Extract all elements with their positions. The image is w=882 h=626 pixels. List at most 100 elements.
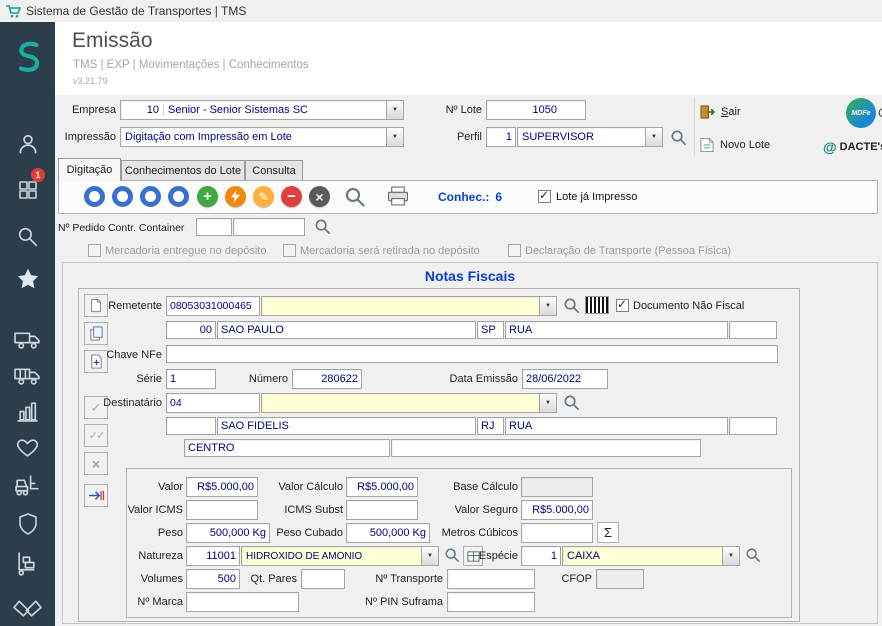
- sidebar-item-favorites[interactable]: [0, 260, 55, 298]
- dest-addr-code-field[interactable]: [166, 417, 216, 435]
- serie-field[interactable]: 1: [166, 369, 216, 389]
- lote-impresso-checkbox[interactable]: [538, 188, 551, 203]
- destinatario-combo[interactable]: ▼: [261, 393, 557, 413]
- chevron-down-icon[interactable]: ▼: [386, 128, 403, 146]
- pedido-field-1[interactable]: [196, 218, 232, 236]
- valor-calculo-field[interactable]: R$5.000,00: [346, 477, 418, 497]
- lote-field[interactable]: 1050: [486, 100, 586, 120]
- mercadoria-entregue-checkbox[interactable]: [88, 244, 101, 257]
- chevron-down-icon[interactable]: ▼: [539, 297, 556, 315]
- sidebar-item-search[interactable]: [0, 218, 55, 254]
- valor-icms-field[interactable]: [186, 500, 258, 520]
- natureza-search-icon[interactable]: [444, 547, 460, 563]
- destinatario-doc-field[interactable]: 04: [166, 393, 260, 413]
- cfop-field[interactable]: [596, 569, 644, 589]
- search-records-icon[interactable]: [344, 186, 366, 208]
- nf-confirm-all-button[interactable]: ✓✓: [84, 424, 108, 447]
- nav-prior-button[interactable]: [112, 186, 133, 207]
- sidebar-item-cargo[interactable]: [0, 544, 55, 582]
- nav-first-button[interactable]: [84, 186, 105, 207]
- especie-code-field[interactable]: 1: [521, 546, 561, 566]
- dest-uf-field[interactable]: RJ: [477, 417, 504, 435]
- sidebar-logo[interactable]: [0, 32, 55, 84]
- chevron-down-icon[interactable]: ▼: [421, 547, 438, 565]
- dest-number-field[interactable]: [729, 417, 777, 435]
- nav-last-button[interactable]: [168, 186, 189, 207]
- complemento-field[interactable]: [391, 439, 701, 457]
- tab-conhecimentos-do-lote[interactable]: Conhecimentos do Lote: [121, 160, 245, 181]
- especie-search-icon[interactable]: [745, 547, 761, 563]
- chevron-down-icon[interactable]: ▼: [722, 547, 739, 565]
- data-emissao-field[interactable]: 28/06/2022: [522, 369, 608, 389]
- peso-cubado-field[interactable]: 500,000 Kg: [346, 523, 430, 543]
- documento-nao-fiscal-checkbox[interactable]: [616, 297, 629, 312]
- bairro-field[interactable]: CENTRO: [184, 439, 390, 457]
- dacte-button[interactable]: @ DACTE's: [823, 139, 882, 155]
- especie-combo[interactable]: CAIXA ▼: [562, 546, 740, 566]
- novo-lote-button[interactable]: Novo Lote: [700, 136, 770, 154]
- process-button[interactable]: [225, 186, 246, 207]
- dest-street-field[interactable]: RUA: [505, 417, 728, 435]
- qt-pares-field[interactable]: [301, 569, 345, 589]
- valor-seguro-field[interactable]: R$5.000,00: [521, 500, 593, 520]
- pedido-field-2[interactable]: [233, 218, 305, 236]
- perfil-combo[interactable]: SUPERVISOR ▼: [517, 127, 663, 147]
- rem-street-field[interactable]: RUA: [505, 321, 728, 339]
- chevron-down-icon[interactable]: ▼: [539, 394, 556, 412]
- n-marca-field[interactable]: [186, 592, 299, 612]
- remetente-combo[interactable]: ▼: [261, 296, 557, 316]
- barcode-icon[interactable]: [585, 296, 609, 314]
- sum-button[interactable]: Σ: [597, 522, 619, 543]
- pedido-search-icon[interactable]: [314, 218, 331, 235]
- sidebar-item-truck-inbound[interactable]: [0, 358, 55, 392]
- empresa-combo[interactable]: 10 Senior - Senior Sistemas SC ▼: [120, 100, 404, 120]
- destinatario-search-icon[interactable]: [563, 394, 580, 411]
- declaracao-transporte-checkbox[interactable]: [508, 244, 521, 257]
- perfil-code-field[interactable]: 1: [486, 127, 516, 147]
- add-button[interactable]: +: [197, 186, 218, 207]
- delete-button[interactable]: −: [281, 186, 302, 207]
- nf-copy-button[interactable]: [84, 322, 108, 345]
- chevron-down-icon[interactable]: ▼: [386, 101, 403, 119]
- chevron-down-icon[interactable]: ▼: [645, 128, 662, 146]
- volumes-field[interactable]: 500: [186, 569, 240, 589]
- tab-digitacao[interactable]: Digitação: [58, 158, 121, 181]
- base-calculo-field[interactable]: [521, 477, 593, 497]
- sidebar-item-truck-outbound[interactable]: [0, 322, 55, 356]
- impressao-combo[interactable]: Digitação com Impressão em Lote ▼: [120, 127, 404, 147]
- nav-next-button[interactable]: [140, 186, 161, 207]
- rem-uf-field[interactable]: SP: [477, 321, 504, 339]
- rem-city-field[interactable]: SAO PAULO: [217, 321, 476, 339]
- dest-city-field[interactable]: SAO FIDELIS: [217, 417, 476, 435]
- n-pin-suframa-field[interactable]: [447, 592, 535, 612]
- chave-nfe-field[interactable]: [166, 345, 778, 363]
- print-button[interactable]: [386, 186, 410, 207]
- metros-cubicos-field[interactable]: [521, 523, 593, 543]
- perfil-search-icon[interactable]: [670, 129, 687, 146]
- sair-button[interactable]: Sair: [700, 103, 741, 121]
- icms-subst-field[interactable]: [346, 500, 418, 520]
- natureza-combo[interactable]: HIDRÓXIDO DE AMÔNIO ▼: [241, 546, 439, 566]
- sidebar-item-modules[interactable]: 1: [0, 168, 55, 208]
- numero-field[interactable]: 280622: [292, 369, 362, 389]
- sidebar-item-partners[interactable]: [0, 588, 55, 626]
- rem-addr-code-field[interactable]: 00: [166, 321, 216, 339]
- remetente-doc-field[interactable]: 08053031000465: [166, 296, 260, 316]
- rem-number-field[interactable]: [729, 321, 777, 339]
- nf-transfer-button[interactable]: [84, 484, 108, 507]
- nf-cancel-button[interactable]: ×: [84, 452, 108, 475]
- tab-consulta[interactable]: Consulta: [245, 160, 303, 181]
- remetente-search-icon[interactable]: [563, 297, 580, 314]
- cancel-button[interactable]: ×: [309, 186, 330, 207]
- sidebar-item-shield[interactable]: [0, 506, 55, 542]
- mdfe-logo[interactable]: MDFe: [846, 98, 876, 128]
- sidebar-item-favorites-health[interactable]: [0, 430, 55, 464]
- sidebar-item-forklift[interactable]: [0, 466, 55, 502]
- sidebar-item-statistics[interactable]: [0, 394, 55, 428]
- valor-field[interactable]: R$5.000,00: [186, 477, 258, 497]
- mercadoria-retirada-checkbox[interactable]: [283, 244, 296, 257]
- edit-button[interactable]: ✎: [253, 186, 274, 207]
- peso-field[interactable]: 500,000 Kg: [186, 523, 270, 543]
- natureza-code-field[interactable]: 11001: [186, 546, 240, 566]
- n-transporte-field[interactable]: [447, 569, 535, 589]
